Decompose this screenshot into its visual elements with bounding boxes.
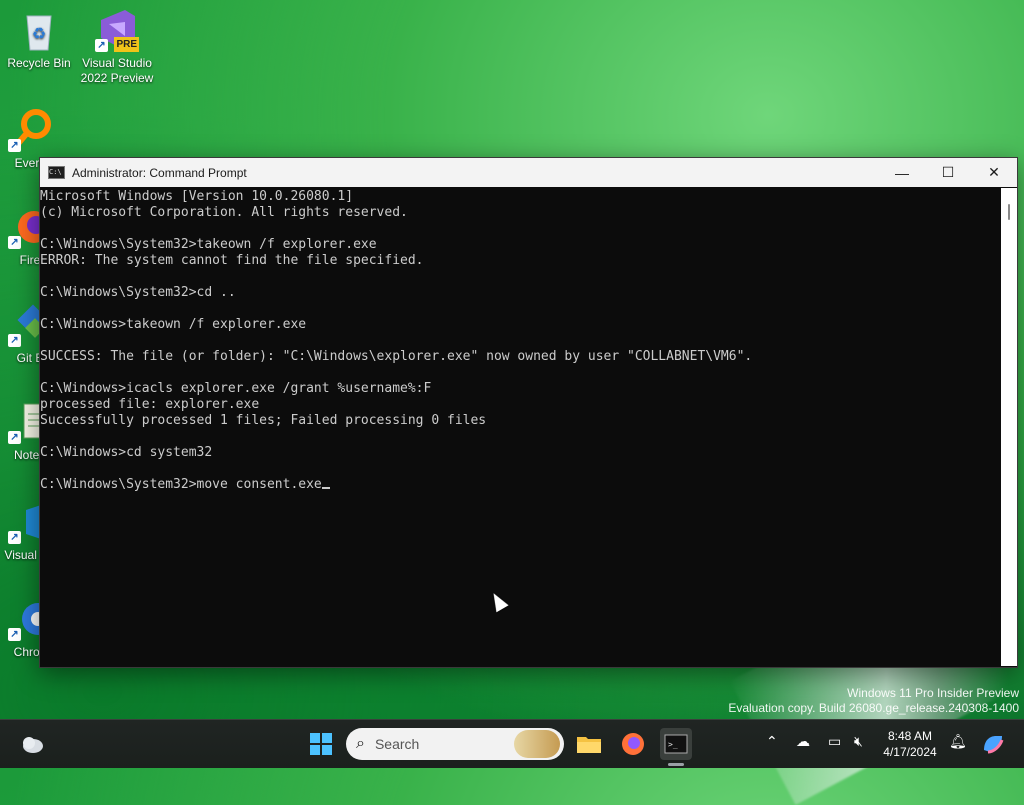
watermark-edition: Windows 11 Pro Insider Preview	[847, 686, 1019, 700]
terminal-icon[interactable]: >_	[660, 728, 692, 760]
visual-studio-icon: PRE ↗	[95, 8, 139, 52]
maximize-button[interactable]: ☐	[925, 158, 971, 187]
recycle-bin-icon: ♻	[17, 8, 61, 52]
preview-badge: PRE	[114, 37, 139, 52]
windows-watermark: Windows 11 Pro Insider Preview Evaluatio…	[728, 686, 1019, 716]
desktop-icon-label: Visual Studio 2022 Preview	[80, 56, 154, 85]
close-button[interactable]: ✕	[971, 158, 1017, 187]
active-app-indicator	[668, 763, 684, 766]
console-line: C:\Windows\System32>move consent.exe	[40, 477, 1000, 493]
search-highlight-image	[514, 730, 560, 758]
scrollbar-thumb[interactable]	[1008, 204, 1010, 220]
file-explorer-icon[interactable]	[573, 728, 605, 760]
cmd-app-icon: C:\	[48, 166, 65, 179]
shortcut-arrow-icon: ↗	[8, 139, 21, 152]
console-line: C:\Windows>takeown /f explorer.exe	[40, 317, 307, 332]
console-line: processed file: explorer.exe	[40, 397, 260, 412]
console-line: C:\Windows>icacls explorer.exe /grant %u…	[40, 381, 432, 396]
console-line: C:\Windows\System32>cd ..	[40, 285, 236, 300]
window-titlebar[interactable]: C:\ Administrator: Command Prompt — ☐ ✕	[40, 158, 1017, 187]
clock-date: 4/17/2024	[883, 745, 937, 759]
magnifier-icon: ↗	[8, 108, 52, 152]
copilot-icon[interactable]	[977, 728, 1009, 760]
desktop-icon-label: Recycle Bin	[7, 56, 71, 70]
onedrive-icon[interactable]: ☁	[796, 734, 810, 750]
watermark-build: Evaluation copy. Build 26080.ge_release.…	[728, 701, 1019, 715]
console-line: C:\Windows\System32>takeown /f explorer.…	[40, 237, 377, 252]
shortcut-arrow-icon: ↗	[95, 39, 108, 52]
minimize-button[interactable]: —	[879, 158, 925, 187]
svg-text:>_: >_	[668, 740, 678, 749]
start-icon[interactable]	[305, 728, 337, 760]
speaker-muted-icon[interactable]: 🔇︎	[854, 734, 863, 750]
console-line: Microsoft Windows [Version 10.0.26080.1]	[40, 189, 354, 204]
shortcut-arrow-icon: ↗	[8, 531, 21, 544]
firefox-taskbar-icon[interactable]	[617, 728, 649, 760]
shortcut-arrow-icon: ↗	[8, 628, 21, 641]
search-placeholder: Search	[374, 736, 420, 752]
desktop-icon-visual-studio-2022-preview[interactable]: PRE ↗ Visual Studio 2022 Preview	[79, 8, 155, 86]
taskbar-search-box[interactable]: ⌕ Search	[346, 728, 564, 760]
notification-bell-icon[interactable]: 🔔︎	[949, 734, 967, 750]
display-icon[interactable]: ▭	[828, 734, 841, 750]
window-title: Administrator: Command Prompt	[72, 165, 247, 180]
console-line: ERROR: The system cannot find the file s…	[40, 253, 424, 268]
system-clock[interactable]: 8:48 AM 4/17/2024	[878, 728, 942, 760]
weather-widget-icon[interactable]	[16, 728, 48, 760]
console-line: Successfully processed 1 files; Failed p…	[40, 413, 487, 428]
console-line: (c) Microsoft Corporation. All rights re…	[40, 205, 408, 220]
desktop-icon-recycle-bin[interactable]: ♻ Recycle Bin	[1, 8, 77, 71]
search-icon: ⌕	[356, 735, 365, 752]
command-prompt-window[interactable]: C:\ Administrator: Command Prompt — ☐ ✕ …	[39, 157, 1018, 668]
console-output[interactable]: Microsoft Windows [Version 10.0.26080.1]…	[40, 188, 1000, 667]
console-line: C:\Windows>cd system32	[40, 445, 213, 460]
vertical-scrollbar[interactable]	[1001, 188, 1017, 666]
taskbar: ⌕ Search >_ ⌃ ☁ ▭ 🔇︎ 8:48 AM 4/17/2024 🔔…	[0, 719, 1024, 768]
text-cursor	[321, 487, 330, 489]
clock-time: 8:48 AM	[887, 729, 933, 743]
shortcut-arrow-icon: ↗	[8, 236, 21, 249]
chevron-up-icon[interactable]: ⌃	[766, 734, 778, 750]
shortcut-arrow-icon: ↗	[8, 334, 21, 347]
shortcut-arrow-icon: ↗	[8, 431, 21, 444]
svg-text:♻: ♻	[32, 26, 46, 43]
console-line: SUCCESS: The file (or folder): "C:\Windo…	[40, 349, 753, 364]
